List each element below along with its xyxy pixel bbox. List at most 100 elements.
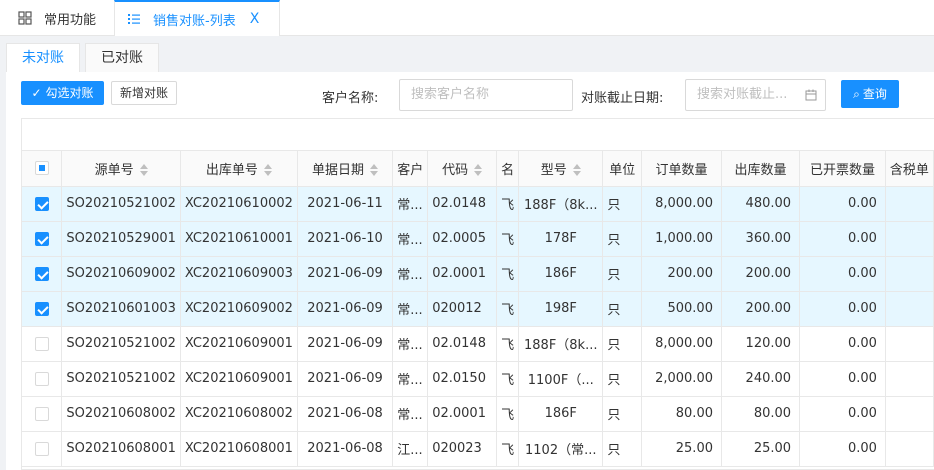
- subtab-unreconciled[interactable]: 未对账: [6, 43, 80, 72]
- tab-active-label: 销售对账-列表: [153, 13, 236, 29]
- row-select-cell[interactable]: [22, 221, 63, 257]
- table-row[interactable]: SO20210601003 XC20210609002 2021-06-09 常...…: [22, 291, 934, 327]
- table-row[interactable]: SO20210529001 XC20210610001 2021-06-10 常...…: [22, 221, 934, 257]
- sort-icon[interactable]: [370, 164, 379, 177]
- row-checkbox[interactable]: [34, 266, 49, 281]
- table-cell-empty: [885, 326, 934, 362]
- row-select-cell[interactable]: [22, 326, 63, 362]
- table-cell: 2021-06-10: [297, 221, 394, 257]
- col-outbound-no[interactable]: 出库单号: [180, 151, 298, 187]
- col-customer[interactable]: 客户: [392, 151, 429, 187]
- col-tax-price[interactable]: 含税单: [885, 151, 934, 187]
- table-cell: 常...: [392, 291, 429, 327]
- col-doc-date[interactable]: 单据日期: [297, 151, 394, 187]
- query-label: 查询: [862, 87, 887, 101]
- table-cell: 186F: [518, 256, 604, 292]
- table-row[interactable]: SO20210608002 XC20210608002 2021-06-08 常...…: [22, 396, 934, 432]
- row-select-cell[interactable]: [22, 396, 63, 432]
- table-header-row: 源单号 出库单号 单据日期 客户 代码 名 型号 单位 订单数量 出库数量 已开…: [22, 151, 934, 187]
- table-cell: 2,000.00: [641, 361, 722, 397]
- table-cell: 1102（常...: [518, 431, 604, 467]
- customer-search-input[interactable]: 搜索客户名称: [399, 79, 573, 111]
- check-icon: ✓: [31, 86, 42, 100]
- table-row[interactable]: SO20210521002 XC20210610002 2021-06-11 常...…: [22, 186, 934, 222]
- col-name[interactable]: 名: [496, 151, 520, 187]
- table-cell: 飞: [496, 291, 520, 327]
- select-all-checkbox[interactable]: [34, 161, 49, 176]
- col-model[interactable]: 型号: [518, 151, 604, 187]
- col-order-qty[interactable]: 订单数量: [641, 151, 722, 187]
- table-cell: XC20210609003: [180, 256, 298, 292]
- row-checkbox[interactable]: [34, 336, 49, 351]
- subtab-reconciled[interactable]: 已对账: [85, 43, 159, 72]
- table-cell: 0.00: [799, 221, 886, 257]
- table-row[interactable]: SO20210609002 XC20210609003 2021-06-09 常...…: [22, 256, 934, 292]
- table-cell: SO20210521002: [61, 361, 181, 397]
- col-unit[interactable]: 单位: [602, 151, 643, 187]
- table-cell: SO20210609002: [61, 256, 181, 292]
- table-cell: 飞: [496, 221, 520, 257]
- table-cell: 0.00: [799, 186, 886, 222]
- close-icon[interactable]: X: [250, 11, 260, 27]
- row-checkbox[interactable]: [34, 371, 49, 386]
- row-checkbox[interactable]: [34, 441, 49, 456]
- row-checkbox[interactable]: [34, 231, 49, 246]
- table-cell: 8,000.00: [641, 186, 722, 222]
- table-cell: 198F: [518, 291, 604, 327]
- col-outbound-qty[interactable]: 出库数量: [721, 151, 801, 187]
- table-cell: 江...: [392, 431, 429, 467]
- add-reconcile-button[interactable]: 新增对账: [111, 81, 177, 105]
- table-cell: 02.0005: [427, 221, 498, 257]
- table-cell: 200.00: [641, 256, 722, 292]
- table-cell: 120.00: [721, 326, 801, 362]
- table-cell: 2021-06-11: [297, 186, 394, 222]
- table-cell: 480.00: [721, 186, 801, 222]
- grid-icon: [18, 11, 32, 25]
- cutoff-date-input[interactable]: 搜索对账截止...: [685, 79, 826, 111]
- row-select-cell[interactable]: [22, 291, 63, 327]
- sort-icon[interactable]: [263, 164, 272, 177]
- table-cell: SO20210521002: [61, 326, 181, 362]
- select-all-cell[interactable]: [22, 151, 63, 187]
- row-checkbox[interactable]: [34, 406, 49, 421]
- table-cell: SO20210529001: [61, 221, 181, 257]
- table-cell: 只: [602, 256, 643, 292]
- table-row[interactable]: SO20210521002 XC20210609001 2021-06-09 常...…: [22, 361, 934, 397]
- sort-icon[interactable]: [572, 164, 581, 177]
- table-cell: 常...: [392, 396, 429, 432]
- table-cell-empty: [885, 256, 934, 292]
- table-cell: 飞: [496, 186, 520, 222]
- table-cell: 25.00: [641, 431, 722, 467]
- col-source-no[interactable]: 源单号: [61, 151, 181, 187]
- table-cell: 只: [602, 221, 643, 257]
- row-checkbox[interactable]: [34, 196, 49, 211]
- table-cell: SO20210608002: [61, 396, 181, 432]
- tab-sales-reconcile[interactable]: 销售对账-列表 X: [114, 0, 280, 36]
- table-row[interactable]: SO20210521002 XC20210609001 2021-06-09 常...…: [22, 326, 934, 362]
- row-select-cell[interactable]: [22, 431, 63, 467]
- sort-icon[interactable]: [474, 164, 483, 177]
- table-cell: XC20210608002: [180, 396, 298, 432]
- query-button[interactable]: ⌕ 查询: [841, 80, 899, 108]
- table-cell: 8,000.00: [641, 326, 722, 362]
- col-invoiced-qty[interactable]: 已开票数量: [799, 151, 886, 187]
- table-cell: 2021-06-09: [297, 361, 394, 397]
- row-select-cell[interactable]: [22, 186, 63, 222]
- row-checkbox[interactable]: [34, 301, 49, 316]
- table-cell: 2021-06-09: [297, 291, 394, 327]
- col-code[interactable]: 代码: [427, 151, 498, 187]
- table-cell: XC20210610001: [180, 221, 298, 257]
- table-cell: 只: [602, 291, 643, 327]
- sort-icon[interactable]: [139, 164, 148, 177]
- table-toolbar-strip: [22, 119, 934, 151]
- table-cell: SO20210608001: [61, 431, 181, 467]
- table-cell: 只: [602, 361, 643, 397]
- row-select-cell[interactable]: [22, 256, 63, 292]
- top-tab-bar: 常用功能 销售对账-列表 X: [0, 0, 934, 36]
- tab-home-label: 常用功能: [44, 12, 97, 28]
- tab-home[interactable]: 常用功能: [0, 0, 114, 36]
- table-cell: 25.00: [721, 431, 801, 467]
- table-row[interactable]: SO20210608001 XC20210608001 2021-06-08 江...…: [22, 431, 934, 467]
- row-select-cell[interactable]: [22, 361, 63, 397]
- select-reconcile-button[interactable]: ✓ 勾选对账: [21, 81, 104, 105]
